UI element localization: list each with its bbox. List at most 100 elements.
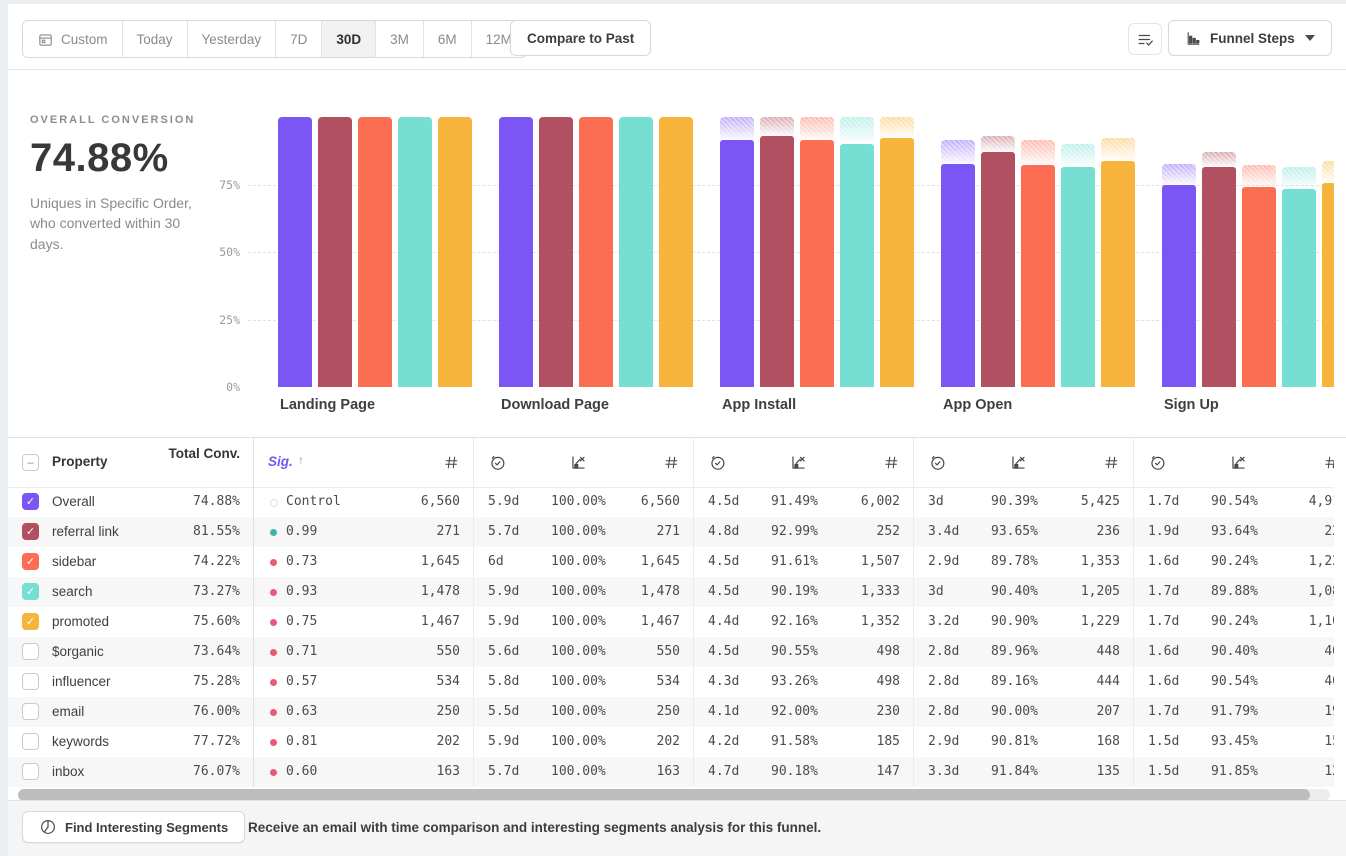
table-row[interactable]: email76.00%0.632505.5d100.00%2504.1d92.0… xyxy=(8,697,1334,727)
significance-dot xyxy=(270,649,277,656)
time-to-convert: 4.5d xyxy=(708,547,739,577)
clock-check-icon[interactable] xyxy=(1146,451,1168,473)
bar-drop-off-Overall xyxy=(941,140,975,164)
bar-promoted[interactable] xyxy=(659,117,693,387)
bar-sidebar[interactable] xyxy=(358,117,392,387)
step-conversion-rate: 91.58% xyxy=(771,727,818,757)
date-range-7d[interactable]: 7D xyxy=(276,21,322,57)
bar-search[interactable] xyxy=(1061,167,1095,387)
time-to-convert: 5.6d xyxy=(488,637,519,667)
step-conversion-rate: 92.00% xyxy=(771,697,818,727)
bar-search[interactable] xyxy=(1282,189,1316,387)
row-checkbox-search[interactable]: ✓ xyxy=(22,583,39,600)
table-header-row: – Property Total Conv. Sig. ↑ xyxy=(8,438,1334,488)
bar-search[interactable] xyxy=(619,117,653,387)
date-range-6m[interactable]: 6M xyxy=(424,21,472,57)
bar-referral-link[interactable] xyxy=(539,117,573,387)
row-checkbox-influencer[interactable] xyxy=(22,673,39,690)
sort-arrow-icon[interactable]: ↑ xyxy=(298,453,304,467)
hash-icon[interactable] xyxy=(440,451,462,473)
date-range-yesterday[interactable]: Yesterday xyxy=(188,21,277,57)
hash-icon[interactable] xyxy=(880,451,902,473)
step-conversion-rate: 90.39% xyxy=(991,487,1038,517)
row-checkbox-referrallink[interactable]: ✓ xyxy=(22,523,39,540)
find-interesting-segments-button[interactable]: Find Interesting Segments xyxy=(22,811,245,843)
sig-column-header[interactable]: Sig. xyxy=(268,454,293,469)
bar-search[interactable] xyxy=(840,144,874,388)
conversion-chart-icon[interactable] xyxy=(787,451,809,473)
table-row[interactable]: influencer75.28%0.575345.8d100.00%5344.3… xyxy=(8,667,1334,697)
bar-drop-off-search xyxy=(840,117,874,143)
bar-promoted[interactable] xyxy=(438,117,472,387)
clock-check-icon[interactable] xyxy=(486,451,508,473)
date-range-label: 6M xyxy=(438,32,457,47)
hash-icon[interactable] xyxy=(660,451,682,473)
bar-referral-link[interactable] xyxy=(1202,167,1236,387)
step-count: 1,645 xyxy=(373,547,460,577)
bar-referral-link[interactable] xyxy=(760,136,794,387)
bar-group-sign-up xyxy=(1162,117,1334,387)
row-checkbox-overall[interactable]: ✓ xyxy=(22,493,39,510)
step-count: 1,645 xyxy=(593,547,680,577)
chart-type-dropdown[interactable]: Funnel Steps xyxy=(1168,20,1332,56)
view-options-button[interactable] xyxy=(1128,23,1162,55)
bar-drop-off-search xyxy=(1282,167,1316,189)
table-row[interactable]: keywords77.72%0.812025.9d100.00%2024.2d9… xyxy=(8,727,1334,757)
time-to-convert: 1.6d xyxy=(1148,637,1179,667)
bar-promoted[interactable] xyxy=(1322,183,1334,387)
table-row[interactable]: inbox76.07%0.601635.7d100.00%1634.7d90.1… xyxy=(8,757,1334,787)
bar-sidebar[interactable] xyxy=(579,117,613,387)
conversion-chart-icon[interactable] xyxy=(567,451,589,473)
bar-Overall[interactable] xyxy=(941,164,975,387)
bar-referral-link[interactable] xyxy=(981,152,1015,387)
bar-promoted[interactable] xyxy=(880,138,914,387)
bar-promoted[interactable] xyxy=(1101,161,1135,387)
date-range-3m[interactable]: 3M xyxy=(376,21,424,57)
footer-bar: Find Interesting Segments Receive an ema… xyxy=(8,800,1346,856)
step-count: 202 xyxy=(593,727,680,757)
date-range-label: 7D xyxy=(290,32,307,47)
bar-referral-link[interactable] xyxy=(318,117,352,387)
row-checkbox-promoted[interactable]: ✓ xyxy=(22,613,39,630)
table-row[interactable]: ✓Overall74.88%Control6,5605.9d100.00%6,5… xyxy=(8,487,1334,517)
conversion-chart-icon[interactable] xyxy=(1007,451,1029,473)
date-range-custom[interactable]: Custom xyxy=(23,21,123,57)
select-all-checkbox[interactable]: – xyxy=(22,454,39,471)
bar-Overall[interactable] xyxy=(499,117,533,387)
column-divider xyxy=(253,438,254,787)
bar-group-landing-page xyxy=(278,117,472,387)
hash-icon[interactable] xyxy=(1100,451,1122,473)
clock-check-icon[interactable] xyxy=(926,451,948,473)
row-checkbox-keywords[interactable] xyxy=(22,733,39,750)
bar-sidebar[interactable] xyxy=(800,140,834,387)
bar-drop-off-promoted xyxy=(880,117,914,138)
table-row[interactable]: ✓promoted75.60%0.751,4675.9d100.00%1,467… xyxy=(8,607,1334,637)
row-checkbox-sidebar[interactable]: ✓ xyxy=(22,553,39,570)
date-range-30d[interactable]: 30D xyxy=(322,21,376,57)
overall-conversion-value: 74.88% xyxy=(30,136,208,181)
bar-sidebar[interactable] xyxy=(1021,165,1055,387)
hash-icon[interactable] xyxy=(1320,451,1334,473)
time-to-convert: 2.8d xyxy=(928,637,959,667)
compare-to-past-button[interactable]: Compare to Past xyxy=(510,20,651,56)
conversion-chart-icon[interactable] xyxy=(1227,451,1249,473)
date-range-today[interactable]: Today xyxy=(123,21,188,57)
table-row[interactable]: ✓referral link81.55%0.992715.7d100.00%27… xyxy=(8,517,1334,547)
row-checkbox-inbox[interactable] xyxy=(22,763,39,780)
table-scroll-area[interactable]: – Property Total Conv. Sig. ↑ ✓Overall74… xyxy=(8,438,1334,801)
bar-sidebar[interactable] xyxy=(1242,187,1276,387)
step-conversion-rate: 90.18% xyxy=(771,757,818,787)
bar-Overall[interactable] xyxy=(1162,185,1196,387)
property-column-header[interactable]: Property xyxy=(52,454,108,469)
bar-search[interactable] xyxy=(398,117,432,387)
table-row[interactable]: ✓sidebar74.22%0.731,6456d100.00%1,6454.5… xyxy=(8,547,1334,577)
table-row[interactable]: ✓search73.27%0.931,4785.9d100.00%1,4784.… xyxy=(8,577,1334,607)
bar-Overall[interactable] xyxy=(720,140,754,387)
total-conv-column-header[interactable]: Total Conv. xyxy=(130,446,240,463)
bar-Overall[interactable] xyxy=(278,117,312,387)
clock-check-icon[interactable] xyxy=(706,451,728,473)
row-checkbox-organic[interactable] xyxy=(22,643,39,660)
table-row[interactable]: $organic73.64%0.715505.6d100.00%5504.5d9… xyxy=(8,637,1334,667)
step-count: 1,333 xyxy=(813,577,900,607)
row-checkbox-email[interactable] xyxy=(22,703,39,720)
